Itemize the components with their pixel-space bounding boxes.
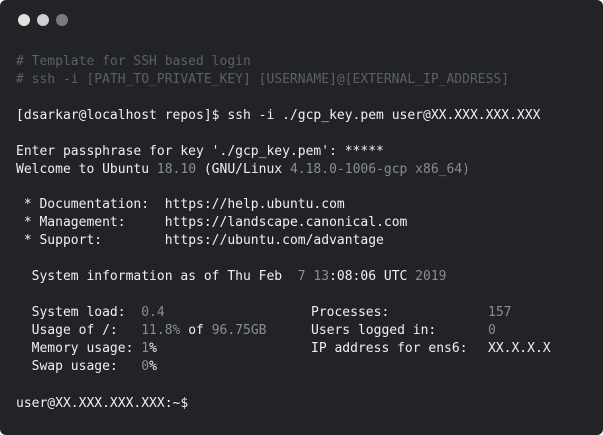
sysinfo-hour: 13 (305, 269, 330, 284)
stats-row: Swap usage: 0% (16, 358, 157, 376)
comment-line: # ssh -i [PATH_TO_PRIVATE_KEY] [USERNAME… (16, 72, 510, 87)
processes-value: 157 (488, 305, 512, 320)
stats-row: Users logged in: (311, 322, 436, 340)
stats-row: Usage of /: 11.8% of 96.75GB (16, 322, 267, 340)
stats-row: Processes: (311, 304, 389, 322)
terminal-window: # Template for SSH based login # ssh -i … (0, 0, 603, 435)
doc-link: https://help.ubuntu.com (164, 197, 345, 212)
stats-row: System load: 0.4 (16, 304, 165, 322)
processes-label: Processes: (311, 305, 390, 320)
command-line: [dsarkar@localhost repos]$ ssh -i ./gcp_… (16, 107, 540, 125)
support-label: * Support: (16, 233, 165, 248)
welcome-text: (GNU/Linux (196, 162, 290, 177)
stats-row: 0 (488, 322, 496, 340)
ssh-command: ssh -i ./gcp_key.pem user@XX.XXX.XXX.XXX (227, 108, 541, 123)
management-line: * Management: https://landscape.canonica… (16, 214, 408, 232)
title-bar (0, 0, 603, 40)
usage-of: of (180, 323, 212, 338)
welcome-line: Welcome to Ubuntu 18.10 (GNU/Linux 4.18.… (16, 161, 470, 179)
welcome-text: Welcome to Ubuntu (16, 162, 157, 177)
passphrase-line: Enter passphrase for key './gcp_key.pem'… (16, 144, 384, 159)
support-link: https://ubuntu.com/advantage (164, 233, 384, 248)
documentation-line: * Documentation: https://help.ubuntu.com (16, 196, 345, 214)
ubuntu-version: 18.10 (156, 162, 197, 177)
ip-label: IP address for ens6: (311, 341, 468, 356)
memory-label: Memory usage: (16, 341, 142, 356)
swap-value: 0 (141, 359, 150, 374)
usage-percent: 11.8% (141, 323, 181, 338)
close-icon[interactable] (18, 14, 30, 26)
system-load-label: System load: (16, 305, 142, 320)
stats-row: IP address for ens6: (311, 340, 468, 358)
swap-unit: % (149, 359, 157, 374)
stats-row: Memory usage: 1% (16, 340, 157, 358)
support-line: * Support: https://ubuntu.com/advantage (16, 232, 384, 250)
sysinfo-day: 7 (297, 269, 306, 284)
final-prompt[interactable]: user@XX.XXX.XXX.XXX:~$ (16, 395, 188, 413)
management-label: * Management: (16, 215, 165, 230)
memory-unit: % (149, 341, 157, 356)
minimize-icon[interactable] (37, 14, 49, 26)
memory-value: 1 (141, 341, 150, 356)
kernel-version: 4.18.0-1006-gcp x86_64) (289, 162, 470, 177)
comment-line: # Template for SSH based login (16, 54, 251, 69)
users-value: 0 (488, 323, 496, 338)
ip-value: XX.X.X.X (488, 341, 551, 356)
sysinfo-year: 2019 (415, 269, 447, 284)
sysinfo-text: System information as of Thu Feb (16, 269, 298, 284)
swap-label: Swap usage: (16, 359, 142, 374)
usage-label: Usage of /: (16, 323, 142, 338)
doc-label: * Documentation: (16, 197, 165, 212)
stats-row: XX.X.X.X (488, 340, 551, 358)
management-link: https://landscape.canonical.com (164, 215, 408, 230)
system-load-value: 0.4 (141, 305, 165, 320)
usage-total: 96.75GB (211, 323, 267, 338)
users-label: Users logged in: (311, 323, 437, 338)
sysinfo-line: System information as of Thu Feb 7 13:08… (16, 268, 447, 286)
stats-row: 157 (488, 304, 511, 322)
sysinfo-time: :08:06 UTC (329, 269, 416, 284)
maximize-icon[interactable] (56, 14, 68, 26)
shell-prompt: [dsarkar@localhost repos]$ (16, 108, 228, 123)
